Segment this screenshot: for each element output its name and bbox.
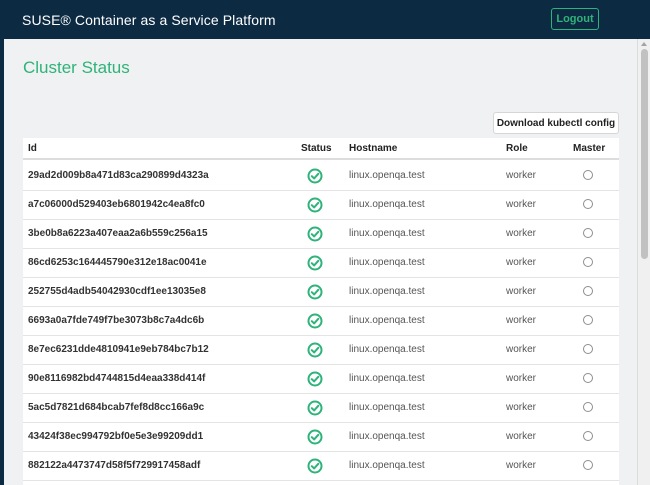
table-row: 6693a0a7fde749f7be3073b8c7a4dc6b linux.op…	[23, 307, 619, 336]
node-hostname: linux.openqa.test	[349, 373, 425, 384]
table-row: 8e7ec6231dde4810941e9eb784bc7b12 linux.op…	[23, 336, 619, 365]
page-title: Cluster Status	[23, 58, 130, 77]
node-id: 90e8116982bd4744815d4eaa338d414f	[28, 373, 206, 384]
node-role: worker	[506, 373, 537, 384]
node-role: worker	[506, 344, 537, 355]
node-hostname: linux.openqa.test	[349, 402, 425, 413]
node-hostname: linux.openqa.test	[349, 286, 425, 297]
top-navbar: SUSE® Container as a Service Platform Lo…	[0, 0, 650, 39]
master-radio[interactable]	[583, 228, 593, 238]
column-header-status[interactable]: Status	[301, 143, 332, 154]
node-hostname: linux.openqa.test	[349, 344, 425, 355]
check-circle-icon	[307, 197, 323, 213]
check-circle-icon	[307, 313, 323, 329]
check-circle-icon	[307, 168, 323, 184]
download-kubectl-config-button[interactable]: Download kubectl config	[493, 112, 619, 134]
table-row: 86cd6253c164445790e312e18ac0041e linux.op…	[23, 249, 619, 278]
node-hostname: linux.openqa.test	[349, 431, 425, 442]
master-radio[interactable]	[583, 257, 593, 267]
table-row: 43424f38ec994792bf0e5e3e99209dd1 linux.op…	[23, 423, 619, 452]
master-radio[interactable]	[583, 286, 593, 296]
node-role: worker	[506, 170, 537, 181]
master-radio[interactable]	[583, 460, 593, 470]
master-radio[interactable]	[583, 170, 593, 180]
master-radio[interactable]	[583, 402, 593, 412]
master-radio[interactable]	[583, 344, 593, 354]
master-radio[interactable]	[583, 373, 593, 383]
node-id: 882122a4473747d58f5f729917458adf	[28, 460, 201, 471]
table-row: a7c06000d529403eb6801942c4ea8fc0 linux.op…	[23, 191, 619, 220]
node-id: a7c06000d529403eb6801942c4ea8fc0	[28, 199, 205, 210]
check-circle-icon	[307, 255, 323, 271]
node-hostname: linux.openqa.test	[349, 228, 425, 239]
node-id: 29ad2d009b8a471d83ca290899d4323a	[28, 170, 209, 181]
node-role: worker	[506, 228, 537, 239]
node-role: worker	[506, 402, 537, 413]
table-header: Id Status Hostname Role Master	[23, 138, 619, 160]
column-header-hostname[interactable]: Hostname	[349, 143, 397, 154]
check-circle-icon	[307, 429, 323, 445]
node-id: 43424f38ec994792bf0e5e3e99209dd1	[28, 431, 204, 442]
node-hostname: linux.openqa.test	[349, 257, 425, 268]
node-role: worker	[506, 431, 537, 442]
node-role: worker	[506, 286, 537, 297]
main-content: Cluster Status Download kubectl config I…	[4, 39, 637, 485]
column-header-master[interactable]: Master	[573, 143, 605, 154]
node-id: 3be0b8a6223a407eaa2a6b559c256a15	[28, 228, 208, 239]
node-id: 252755d4adb54042930cdf1ee13035e8	[28, 286, 206, 297]
check-circle-icon	[307, 284, 323, 300]
node-id: 5ac5d7821d684bcab7fef8d8cc166a9c	[28, 402, 205, 413]
node-hostname: linux.openqa.test	[349, 170, 425, 181]
table-row: 252755d4adb54042930cdf1ee13035e8 linux.op…	[23, 278, 619, 307]
check-circle-icon	[307, 458, 323, 474]
scroll-up-arrow-icon[interactable]	[641, 42, 647, 46]
master-radio[interactable]	[583, 431, 593, 441]
table-row: 90e8116982bd4744815d4eaa338d414f linux.op…	[23, 365, 619, 394]
app-title: SUSE® Container as a Service Platform	[22, 12, 276, 28]
node-role: worker	[506, 199, 537, 210]
check-circle-icon	[307, 342, 323, 358]
table-row: 5ac5d7821d684bcab7fef8d8cc166a9c linux.op…	[23, 394, 619, 423]
logout-button[interactable]: Logout	[551, 8, 599, 30]
scrollbar-thumb[interactable]	[641, 49, 648, 259]
check-circle-icon	[307, 226, 323, 242]
column-header-id[interactable]: Id	[28, 143, 37, 154]
node-hostname: linux.openqa.test	[349, 460, 425, 471]
cluster-status-table: Id Status Hostname Role Master 29ad2d009…	[23, 138, 619, 485]
node-id: 6693a0a7fde749f7be3073b8c7a4dc6b	[28, 315, 205, 326]
table-row: 3be0b8a6223a407eaa2a6b559c256a15 linux.op…	[23, 220, 619, 249]
check-circle-icon	[307, 371, 323, 387]
node-role: worker	[506, 460, 537, 471]
vertical-scrollbar[interactable]	[637, 39, 650, 485]
node-hostname: linux.openqa.test	[349, 199, 425, 210]
column-header-role[interactable]: Role	[506, 143, 528, 154]
node-hostname: linux.openqa.test	[349, 315, 425, 326]
master-radio[interactable]	[583, 199, 593, 209]
node-id: 8e7ec6231dde4810941e9eb784bc7b12	[28, 344, 209, 355]
node-id: 86cd6253c164445790e312e18ac0041e	[28, 257, 207, 268]
node-role: worker	[506, 315, 537, 326]
master-radio[interactable]	[583, 315, 593, 325]
node-role: worker	[506, 257, 537, 268]
table-row: 29ad2d009b8a471d83ca290899d4323a linux.op…	[23, 162, 619, 191]
table-row: 882122a4473747d58f5f729917458adf linux.op…	[23, 452, 619, 481]
check-circle-icon	[307, 400, 323, 416]
